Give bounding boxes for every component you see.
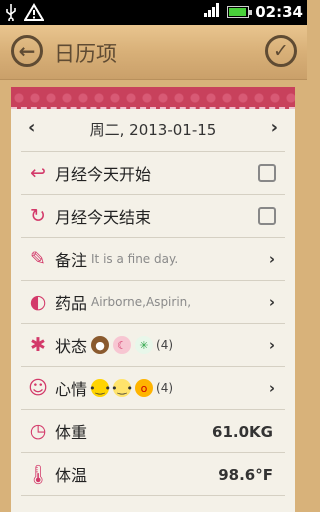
row-label: 心情 bbox=[55, 380, 88, 399]
chevron-right-icon: › bbox=[268, 250, 275, 268]
sparkle-icon: ✳ bbox=[135, 336, 154, 354]
current-date: 周二, 2013-01-15 bbox=[89, 121, 217, 139]
row-label: 月经今天开始 bbox=[55, 165, 152, 184]
confirm-button[interactable]: ✓ bbox=[265, 35, 297, 67]
status-bar: 02:34 bbox=[0, 0, 307, 25]
row-temperature[interactable]: 🌡 体温 98.6°F bbox=[21, 453, 285, 496]
pill-icon: ◐ bbox=[29, 291, 47, 313]
row-label: 药品 bbox=[55, 294, 88, 313]
check-icon: ✓ bbox=[273, 40, 289, 62]
mood-face-2-icon: •‿• bbox=[111, 379, 133, 397]
usb-icon bbox=[4, 3, 18, 25]
tag-icon: ✎ bbox=[30, 248, 46, 270]
row-note[interactable]: ✎ 备注 It is a fine day. › bbox=[21, 238, 285, 281]
page-title: 日历项 bbox=[54, 42, 117, 66]
app-header: ← 日历项 ✓ bbox=[0, 25, 307, 80]
thermometer-icon: 🌡 bbox=[25, 463, 51, 486]
chevron-right-icon: › bbox=[268, 379, 275, 397]
row-label: 体重 bbox=[55, 423, 88, 442]
row-period-start[interactable]: ↩ 月经今天开始 bbox=[21, 152, 285, 195]
asterisk-icon: ✱ bbox=[30, 334, 46, 356]
smiley-icon: ☺ bbox=[28, 377, 48, 399]
chevron-right-icon: › bbox=[268, 293, 275, 311]
mood-face-3-icon: o bbox=[135, 379, 154, 397]
period-end-checkbox[interactable] bbox=[258, 207, 276, 225]
period-end-icon: ↻ bbox=[30, 205, 46, 227]
moon-icon: ☾ bbox=[113, 336, 132, 354]
row-medicine[interactable]: ◐ 药品 Airborne,Aspirin, › bbox=[21, 281, 285, 324]
row-mood[interactable]: ☺ 心情 •‿• •‿• o (4) › bbox=[21, 367, 285, 410]
row-period-end[interactable]: ↻ 月经今天结束 bbox=[21, 195, 285, 238]
clock-icon: ◷ bbox=[29, 420, 47, 442]
symptom-count: (4) bbox=[156, 338, 174, 352]
row-label: 备注 bbox=[55, 251, 88, 270]
date-navigator: ‹ 周二, 2013-01-15 › bbox=[11, 109, 295, 147]
mood-count: (4) bbox=[156, 381, 174, 395]
arrow-left-icon: ← bbox=[18, 39, 36, 63]
weight-value: 61.0KG bbox=[212, 423, 273, 441]
heart-ribbon bbox=[11, 87, 295, 109]
poop-icon: ● bbox=[91, 336, 110, 354]
row-label: 体温 bbox=[55, 466, 88, 485]
row-weight[interactable]: ◷ 体重 61.0KG bbox=[21, 410, 285, 453]
status-time: 02:34 bbox=[255, 3, 303, 21]
battery-icon bbox=[227, 6, 253, 18]
row-label: 月经今天结束 bbox=[55, 208, 152, 227]
row-label: 状态 bbox=[55, 337, 88, 356]
period-start-checkbox[interactable] bbox=[258, 164, 276, 182]
note-text: It is a fine day. bbox=[91, 252, 179, 266]
medicine-text: Airborne,Aspirin, bbox=[91, 295, 192, 309]
calendar-item-card: ‹ 周二, 2013-01-15 › ↩ 月经今天开始 ↻ 月经今天结束 ✎ 备… bbox=[11, 87, 295, 512]
warning-icon bbox=[23, 3, 45, 25]
next-day-button[interactable]: › bbox=[271, 117, 278, 138]
temperature-value: 98.6°F bbox=[218, 466, 273, 484]
item-list: ↩ 月经今天开始 ↻ 月经今天结束 ✎ 备注 It is a fine day.… bbox=[21, 151, 285, 496]
period-start-icon: ↩ bbox=[30, 162, 46, 184]
chevron-right-icon: › bbox=[268, 336, 275, 354]
row-symptoms[interactable]: ✱ 状态 ● ☾ ✳ (4) › bbox=[21, 324, 285, 367]
signal-icon bbox=[203, 2, 221, 22]
mood-face-1-icon: •‿• bbox=[89, 379, 111, 397]
back-button[interactable]: ← bbox=[11, 35, 43, 67]
